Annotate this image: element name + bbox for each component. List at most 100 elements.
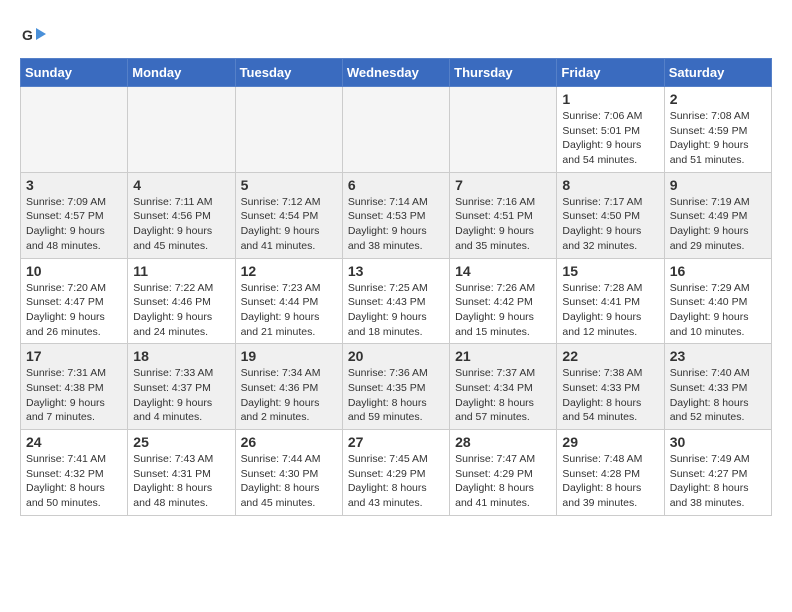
- day-info: Sunrise: 7:41 AMSunset: 4:32 PMDaylight:…: [26, 452, 122, 511]
- weekday-header-thursday: Thursday: [450, 59, 557, 87]
- day-info: Sunrise: 7:29 AMSunset: 4:40 PMDaylight:…: [670, 281, 766, 340]
- day-number: 26: [241, 434, 337, 450]
- weekday-header-wednesday: Wednesday: [342, 59, 449, 87]
- day-info: Sunrise: 7:45 AMSunset: 4:29 PMDaylight:…: [348, 452, 444, 511]
- day-number: 13: [348, 263, 444, 279]
- calendar-cell: 10 Sunrise: 7:20 AMSunset: 4:47 PMDayligh…: [21, 258, 128, 344]
- day-number: 1: [562, 91, 658, 107]
- calendar-cell: 19 Sunrise: 7:34 AMSunset: 4:36 PMDayligh…: [235, 344, 342, 430]
- calendar-cell: 24Sunrise: 7:41 AMSunset: 4:32 PMDayligh…: [21, 430, 128, 516]
- calendar-cell: 2Sunrise: 7:08 AMSunset: 4:59 PMDaylight…: [664, 87, 771, 173]
- day-number: 6: [348, 177, 444, 193]
- day-number: 25: [133, 434, 229, 450]
- calendar-cell: 28 Sunrise: 7:47 AMSunset: 4:29 PMDayligh…: [450, 430, 557, 516]
- day-number: 28: [455, 434, 551, 450]
- day-number: 17: [26, 348, 122, 364]
- day-number: 12: [241, 263, 337, 279]
- calendar-cell: [342, 87, 449, 173]
- day-info: Sunrise: 7:47 AMSunset: 4:29 PMDaylight:…: [455, 452, 551, 511]
- calendar-cell: 11 Sunrise: 7:22 AMSunset: 4:46 PMDayligh…: [128, 258, 235, 344]
- calendar-cell: 4Sunrise: 7:11 AMSunset: 4:56 PMDaylight…: [128, 172, 235, 258]
- day-info: Sunrise: 7:22 AMSunset: 4:46 PMDaylight:…: [133, 281, 229, 340]
- day-number: 19: [241, 348, 337, 364]
- day-number: 27: [348, 434, 444, 450]
- day-info: Sunrise: 7:38 AMSunset: 4:33 PMDaylight:…: [562, 366, 658, 425]
- calendar-cell: 17Sunrise: 7:31 AMSunset: 4:38 PMDayligh…: [21, 344, 128, 430]
- day-info: Sunrise: 7:33 AMSunset: 4:37 PMDaylight:…: [133, 366, 229, 425]
- calendar-cell: 3 Sunrise: 7:09 AMSunset: 4:57 PMDaylight…: [21, 172, 128, 258]
- day-info: Sunrise: 7:40 AMSunset: 4:33 PMDaylight:…: [670, 366, 766, 425]
- calendar-cell: [128, 87, 235, 173]
- day-number: 3: [26, 177, 122, 193]
- calendar-cell: 18 Sunrise: 7:33 AMSunset: 4:37 PMDayligh…: [128, 344, 235, 430]
- calendar-cell: 27 Sunrise: 7:45 AMSunset: 4:29 PMDayligh…: [342, 430, 449, 516]
- day-info: Sunrise: 7:48 AMSunset: 4:28 PMDaylight:…: [562, 452, 658, 511]
- calendar-cell: 25 Sunrise: 7:43 AMSunset: 4:31 PMDayligh…: [128, 430, 235, 516]
- calendar-cell: 23 Sunrise: 7:40 AMSunset: 4:33 PMDayligh…: [664, 344, 771, 430]
- day-number: 9: [670, 177, 766, 193]
- day-number: 21: [455, 348, 551, 364]
- calendar-cell: 20 Sunrise: 7:36 AMSunset: 4:35 PMDayligh…: [342, 344, 449, 430]
- calendar-cell: 14 Sunrise: 7:26 AMSunset: 4:42 PMDayligh…: [450, 258, 557, 344]
- weekday-header-friday: Friday: [557, 59, 664, 87]
- day-number: 11: [133, 263, 229, 279]
- calendar-cell: [235, 87, 342, 173]
- day-info: Sunrise: 7:43 AMSunset: 4:31 PMDaylight:…: [133, 452, 229, 511]
- day-info: Sunrise: 7:19 AMSunset: 4:49 PMDaylight:…: [670, 195, 766, 254]
- day-number: 14: [455, 263, 551, 279]
- logo: G: [20, 20, 52, 48]
- calendar-cell: 15 Sunrise: 7:28 AMSunset: 4:41 PMDayligh…: [557, 258, 664, 344]
- day-number: 18: [133, 348, 229, 364]
- calendar-cell: 13 Sunrise: 7:25 AMSunset: 4:43 PMDayligh…: [342, 258, 449, 344]
- calendar-week-2: 3 Sunrise: 7:09 AMSunset: 4:57 PMDaylight…: [21, 172, 772, 258]
- day-number: 10: [26, 263, 122, 279]
- day-info: Sunrise: 7:20 AMSunset: 4:47 PMDaylight:…: [26, 281, 122, 340]
- calendar-cell: 6 Sunrise: 7:14 AMSunset: 4:53 PMDaylight…: [342, 172, 449, 258]
- day-info: Sunrise: 7:28 AMSunset: 4:41 PMDaylight:…: [562, 281, 658, 340]
- day-number: 5: [241, 177, 337, 193]
- day-info: Sunrise: 7:25 AMSunset: 4:43 PMDaylight:…: [348, 281, 444, 340]
- day-number: 8: [562, 177, 658, 193]
- day-info: Sunrise: 7:16 AMSunset: 4:51 PMDaylight:…: [455, 195, 551, 254]
- calendar-cell: 29 Sunrise: 7:48 AMSunset: 4:28 PMDayligh…: [557, 430, 664, 516]
- day-number: 20: [348, 348, 444, 364]
- weekday-header-saturday: Saturday: [664, 59, 771, 87]
- day-number: 23: [670, 348, 766, 364]
- day-info: Sunrise: 7:09 AMSunset: 4:57 PMDaylight:…: [26, 195, 122, 254]
- calendar-cell: 9 Sunrise: 7:19 AMSunset: 4:49 PMDaylight…: [664, 172, 771, 258]
- day-info: Sunrise: 7:36 AMSunset: 4:35 PMDaylight:…: [348, 366, 444, 425]
- day-number: 7: [455, 177, 551, 193]
- calendar-cell: 16 Sunrise: 7:29 AMSunset: 4:40 PMDayligh…: [664, 258, 771, 344]
- day-info: Sunrise: 7:37 AMSunset: 4:34 PMDaylight:…: [455, 366, 551, 425]
- day-info: Sunrise: 7:17 AMSunset: 4:50 PMDaylight:…: [562, 195, 658, 254]
- calendar-week-5: 24Sunrise: 7:41 AMSunset: 4:32 PMDayligh…: [21, 430, 772, 516]
- day-number: 22: [562, 348, 658, 364]
- calendar-cell: 12 Sunrise: 7:23 AMSunset: 4:44 PMDayligh…: [235, 258, 342, 344]
- page-header: G: [20, 20, 772, 48]
- day-info: Sunrise: 7:06 AMSunset: 5:01 PMDaylight:…: [562, 109, 658, 168]
- calendar-cell: 8 Sunrise: 7:17 AMSunset: 4:50 PMDaylight…: [557, 172, 664, 258]
- day-number: 16: [670, 263, 766, 279]
- day-info: Sunrise: 7:34 AMSunset: 4:36 PMDaylight:…: [241, 366, 337, 425]
- day-info: Sunrise: 7:26 AMSunset: 4:42 PMDaylight:…: [455, 281, 551, 340]
- day-number: 29: [562, 434, 658, 450]
- calendar-cell: 1 Sunrise: 7:06 AMSunset: 5:01 PMDaylight…: [557, 87, 664, 173]
- logo-icon: G: [20, 20, 48, 48]
- calendar-week-1: 1 Sunrise: 7:06 AMSunset: 5:01 PMDaylight…: [21, 87, 772, 173]
- weekday-header-monday: Monday: [128, 59, 235, 87]
- day-number: 30: [670, 434, 766, 450]
- calendar-cell: 26Sunrise: 7:44 AMSunset: 4:30 PMDayligh…: [235, 430, 342, 516]
- day-info: Sunrise: 7:14 AMSunset: 4:53 PMDaylight:…: [348, 195, 444, 254]
- calendar-cell: 5 Sunrise: 7:12 AMSunset: 4:54 PMDaylight…: [235, 172, 342, 258]
- calendar-cell: [21, 87, 128, 173]
- calendar-table: SundayMondayTuesdayWednesdayThursdayFrid…: [20, 58, 772, 516]
- calendar-cell: [450, 87, 557, 173]
- weekday-header-tuesday: Tuesday: [235, 59, 342, 87]
- weekday-header-sunday: Sunday: [21, 59, 128, 87]
- calendar-cell: 22 Sunrise: 7:38 AMSunset: 4:33 PMDayligh…: [557, 344, 664, 430]
- day-info: Sunrise: 7:12 AMSunset: 4:54 PMDaylight:…: [241, 195, 337, 254]
- day-info: Sunrise: 7:23 AMSunset: 4:44 PMDaylight:…: [241, 281, 337, 340]
- day-number: 15: [562, 263, 658, 279]
- calendar-week-3: 10 Sunrise: 7:20 AMSunset: 4:47 PMDayligh…: [21, 258, 772, 344]
- day-info: Sunrise: 7:11 AMSunset: 4:56 PMDaylight:…: [133, 195, 229, 254]
